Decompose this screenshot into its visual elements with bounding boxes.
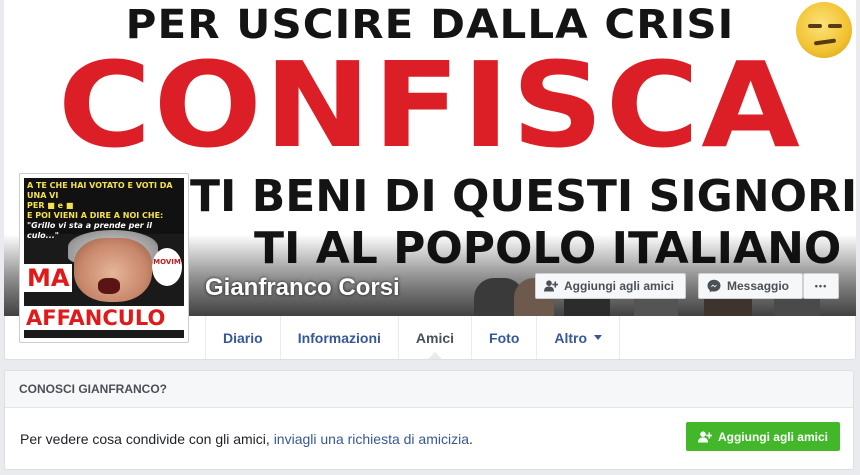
add-friend-icon: [544, 280, 558, 292]
more-options-button[interactable]: •••: [803, 273, 839, 299]
profile-picture[interactable]: A TE CHE HAI VOTATO E VOTI DA UNA VI PER…: [19, 173, 189, 343]
cover-title: CONFISCA: [57, 36, 803, 174]
send-friend-request-link[interactable]: inviagli una richiesta di amicizia: [274, 431, 469, 447]
ellipsis-icon: •••: [814, 281, 828, 291]
card-header: CONOSCI GIANFRANCO?: [5, 371, 853, 408]
add-friend-button[interactable]: Aggiungi agli amici: [535, 273, 686, 299]
avatar-mouth: [98, 278, 120, 294]
tab-informazioni[interactable]: Informazioni: [279, 316, 398, 359]
add-friend-icon: [697, 430, 712, 442]
message-label: Messaggio: [727, 279, 790, 293]
tab-diario[interactable]: Diario: [205, 316, 280, 359]
add-friend-green-label: Aggiungi agli amici: [717, 429, 828, 444]
chevron-down-icon: [594, 335, 603, 340]
add-friend-label: Aggiungi agli amici: [564, 279, 675, 293]
cover-subline-1: TI BENI DI QUESTI SIGNORI: [190, 171, 856, 222]
avatar-caption: A TE CHE HAI VOTATO E VOTI DA UNA VI PER…: [24, 178, 184, 240]
messenger-icon: [707, 279, 721, 293]
tab-amici[interactable]: Amici: [397, 316, 471, 359]
party-logo-icon: MOVIM: [152, 248, 182, 286]
avatar-red-text-2: AFFANCULO: [24, 306, 184, 330]
profile-tabs: Diario Informazioni Amici Foto Altro: [205, 316, 621, 359]
smirk-emoji-icon: [796, 2, 852, 58]
message-button[interactable]: Messaggio: [698, 273, 803, 299]
tab-altro[interactable]: Altro: [536, 316, 621, 359]
know-user-card: CONOSCI GIANFRANCO? Per vedere cosa cond…: [4, 370, 854, 470]
tab-foto[interactable]: Foto: [471, 316, 536, 359]
profile-picture-image: A TE CHE HAI VOTATO E VOTI DA UNA VI PER…: [24, 178, 184, 338]
profile-name[interactable]: Gianfranco Corsi: [205, 274, 400, 302]
card-body: Per vedere cosa condivide con gli amici,…: [5, 408, 853, 470]
card-message: Per vedere cosa condivide con gli amici,…: [20, 431, 473, 447]
add-friend-button-green[interactable]: Aggiungi agli amici: [686, 422, 840, 451]
avatar-red-text-1: MA: [24, 264, 73, 292]
